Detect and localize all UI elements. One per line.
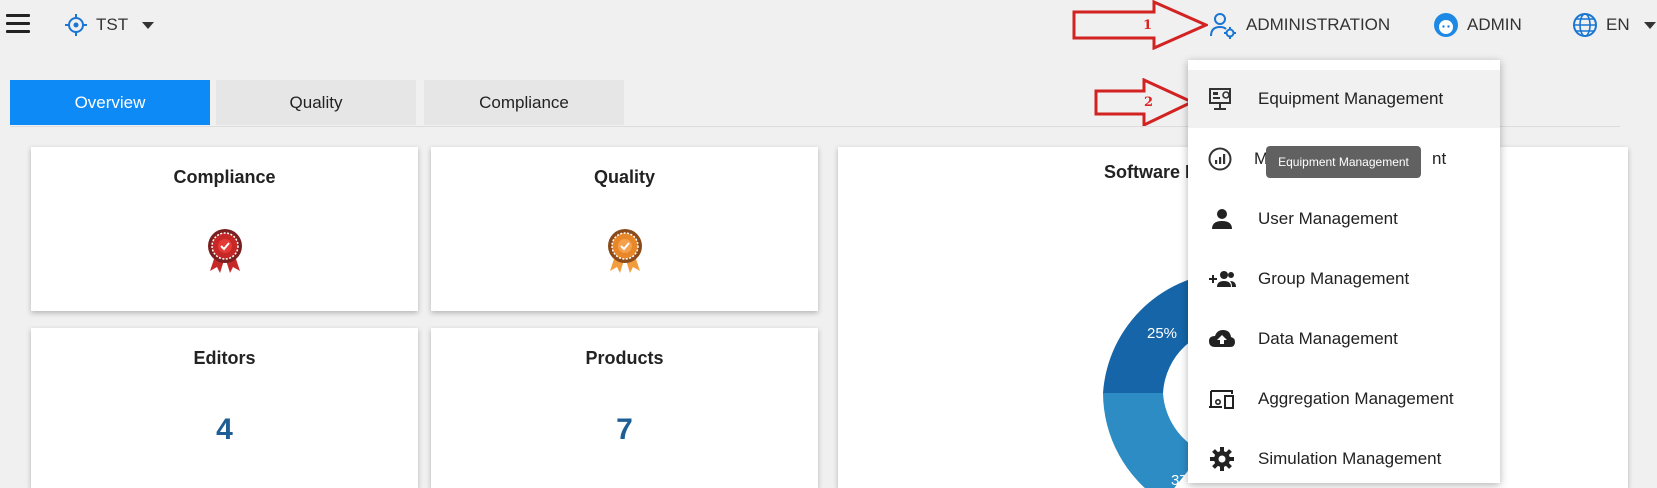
card-title: Compliance — [173, 167, 276, 187]
editors-card[interactable]: Editors 4 — [31, 328, 418, 488]
donut-label-37: 37 — [1171, 472, 1188, 488]
compliance-card[interactable]: Compliance — [31, 147, 418, 311]
menu-item-label: Group Management — [1258, 269, 1410, 288]
tab-quality[interactable]: Quality — [216, 80, 416, 125]
menu-item-label: Aggregation Management — [1258, 389, 1454, 408]
project-selector[interactable]: TST — [64, 12, 155, 38]
annotation-number-1: 1 — [1143, 18, 1153, 33]
chevron-down-icon — [142, 21, 155, 29]
menu-item-aggregation-management[interactable]: Aggregation Management — [1188, 370, 1500, 428]
menu-item-user-management[interactable]: User Management — [1188, 190, 1500, 248]
menu-item-label: Data Management — [1258, 329, 1398, 348]
menu-item-equipment-management[interactable]: Equipment Management — [1188, 70, 1500, 128]
medal-icon — [207, 229, 242, 273]
menu-item-label: Simulation Management — [1258, 449, 1442, 468]
equipment-icon — [1209, 88, 1231, 110]
person-icon — [1212, 209, 1232, 229]
language-label: EN — [1606, 15, 1630, 34]
menu-item-label-tail: nt — [1432, 149, 1447, 168]
chevron-down-icon — [1643, 21, 1656, 29]
annotation-arrow-1 — [1072, 0, 1208, 50]
administration-label: ADMINISTRATION — [1246, 15, 1391, 34]
tab-overview[interactable]: Overview — [10, 80, 210, 125]
hamburger-menu-icon[interactable] — [6, 14, 30, 34]
card-title: Software I — [1104, 162, 1191, 182]
products-count: 7 — [616, 413, 633, 446]
administration-dropdown: Equipment Management M nt User Managemen… — [1188, 60, 1500, 483]
language-selector[interactable]: EN — [1572, 10, 1656, 40]
card-title: Quality — [593, 167, 655, 187]
tooltip: Equipment Management — [1266, 146, 1421, 178]
crosshair-icon — [65, 14, 87, 36]
products-card[interactable]: Products 7 — [431, 328, 818, 488]
menu-item-label: User Management — [1258, 209, 1398, 228]
card-title: Products — [585, 348, 664, 368]
chart-icon — [1208, 147, 1232, 171]
administration-menu[interactable]: ADMINISTRATION — [1208, 10, 1390, 40]
user-label: ADMIN — [1467, 15, 1522, 34]
menu-item-data-management[interactable]: Data Management — [1188, 310, 1500, 368]
avatar-icon — [1434, 13, 1458, 37]
gear-icon — [1210, 447, 1234, 471]
group-add-icon — [1209, 271, 1236, 287]
menu-item-simulation-management[interactable]: Simulation Management — [1188, 430, 1500, 488]
annotation-number-2: 2 — [1144, 95, 1154, 110]
top-bar: TST ADMINISTRATION ADMIN EN — [0, 0, 1657, 58]
globe-icon — [1573, 13, 1597, 37]
medal-icon — [607, 229, 642, 273]
editors-count: 4 — [216, 413, 233, 446]
menu-item-group-management[interactable]: Group Management — [1188, 250, 1500, 308]
tab-compliance[interactable]: Compliance — [424, 80, 624, 125]
card-title: Editors — [193, 348, 256, 368]
devices-icon — [1209, 390, 1234, 409]
cloud-upload-icon — [1209, 330, 1235, 347]
donut-label-25: 25% — [1147, 325, 1177, 342]
project-label: TST — [96, 15, 129, 34]
user-menu[interactable]: ADMIN — [1433, 10, 1522, 40]
user-settings-icon — [1210, 13, 1236, 39]
quality-card[interactable]: Quality — [431, 147, 818, 311]
menu-item-label: Equipment Management — [1258, 89, 1444, 108]
